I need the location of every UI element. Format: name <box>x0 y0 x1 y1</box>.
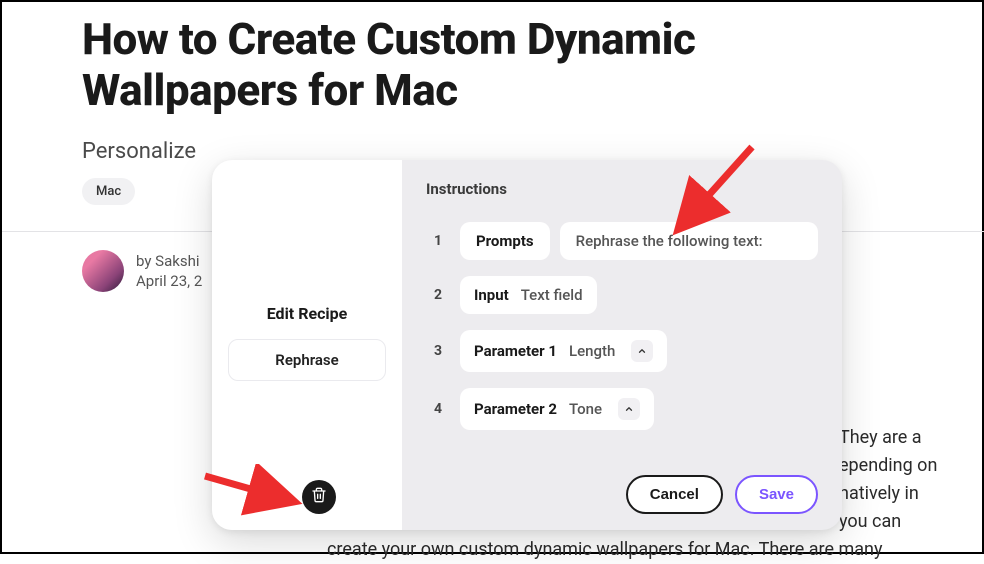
modal-sidebar-title: Edit Recipe <box>228 304 386 323</box>
chevron-up-icon[interactable] <box>631 340 653 362</box>
recipe-item-rephrase[interactable]: Rephrase <box>228 339 386 381</box>
body-text-segment: create your own custom dynamic wallpaper… <box>327 536 883 564</box>
instruction-row-parameter-1: 3 Parameter 1 Length <box>426 330 818 372</box>
parameter-2-label: Parameter 2 <box>474 400 557 418</box>
parameter-1-label: Parameter 1 <box>474 342 557 360</box>
parameter-2-value: Tone <box>569 400 602 418</box>
instruction-row-parameter-2: 4 Parameter 2 Tone <box>426 388 818 430</box>
page-title: How to Create Custom Dynamic Wallpapers … <box>82 14 902 115</box>
trash-icon <box>311 487 327 507</box>
author-name[interactable]: Sakshi <box>155 252 199 270</box>
modal-content: Instructions 1 Prompts Rephrase the foll… <box>402 160 842 530</box>
body-text-segment: you can <box>839 508 901 536</box>
parameter-1-value: Length <box>569 342 615 360</box>
author-prefix: by <box>136 252 155 270</box>
instruction-row-prompts: 1 Prompts Rephrase the following text: <box>426 222 818 260</box>
row-number: 1 <box>426 233 450 249</box>
delete-recipe-button[interactable] <box>302 480 336 514</box>
prompts-input[interactable]: Rephrase the following text: <box>560 222 818 260</box>
avatar[interactable] <box>82 250 124 292</box>
chevron-up-icon[interactable] <box>618 398 640 420</box>
input-card[interactable]: Input Text field <box>460 276 597 314</box>
row-number: 2 <box>426 287 450 303</box>
parameter-1-card[interactable]: Parameter 1 Length <box>460 330 667 372</box>
instructions-heading: Instructions <box>426 180 818 198</box>
publish-date: April 23, 2 <box>136 271 202 291</box>
parameter-2-card[interactable]: Parameter 2 Tone <box>460 388 654 430</box>
row-number: 4 <box>426 401 450 417</box>
body-text-segment: They are a <box>839 424 922 452</box>
prompts-label-card: Prompts <box>460 222 550 260</box>
input-value: Text field <box>521 286 583 304</box>
save-button[interactable]: Save <box>735 475 818 514</box>
body-text-segment: epending on <box>839 452 937 480</box>
prompts-label: Prompts <box>476 232 534 250</box>
tag-mac[interactable]: Mac <box>82 178 135 205</box>
instruction-row-input: 2 Input Text field <box>426 276 818 314</box>
row-number: 3 <box>426 343 450 359</box>
body-text-segment: natively in <box>839 480 919 508</box>
modal-sidebar: Edit Recipe Rephrase <box>212 160 402 530</box>
input-label: Input <box>474 286 509 304</box>
edit-recipe-modal: Edit Recipe Rephrase Instructions 1 Prom… <box>212 160 842 530</box>
cancel-button[interactable]: Cancel <box>626 475 723 514</box>
